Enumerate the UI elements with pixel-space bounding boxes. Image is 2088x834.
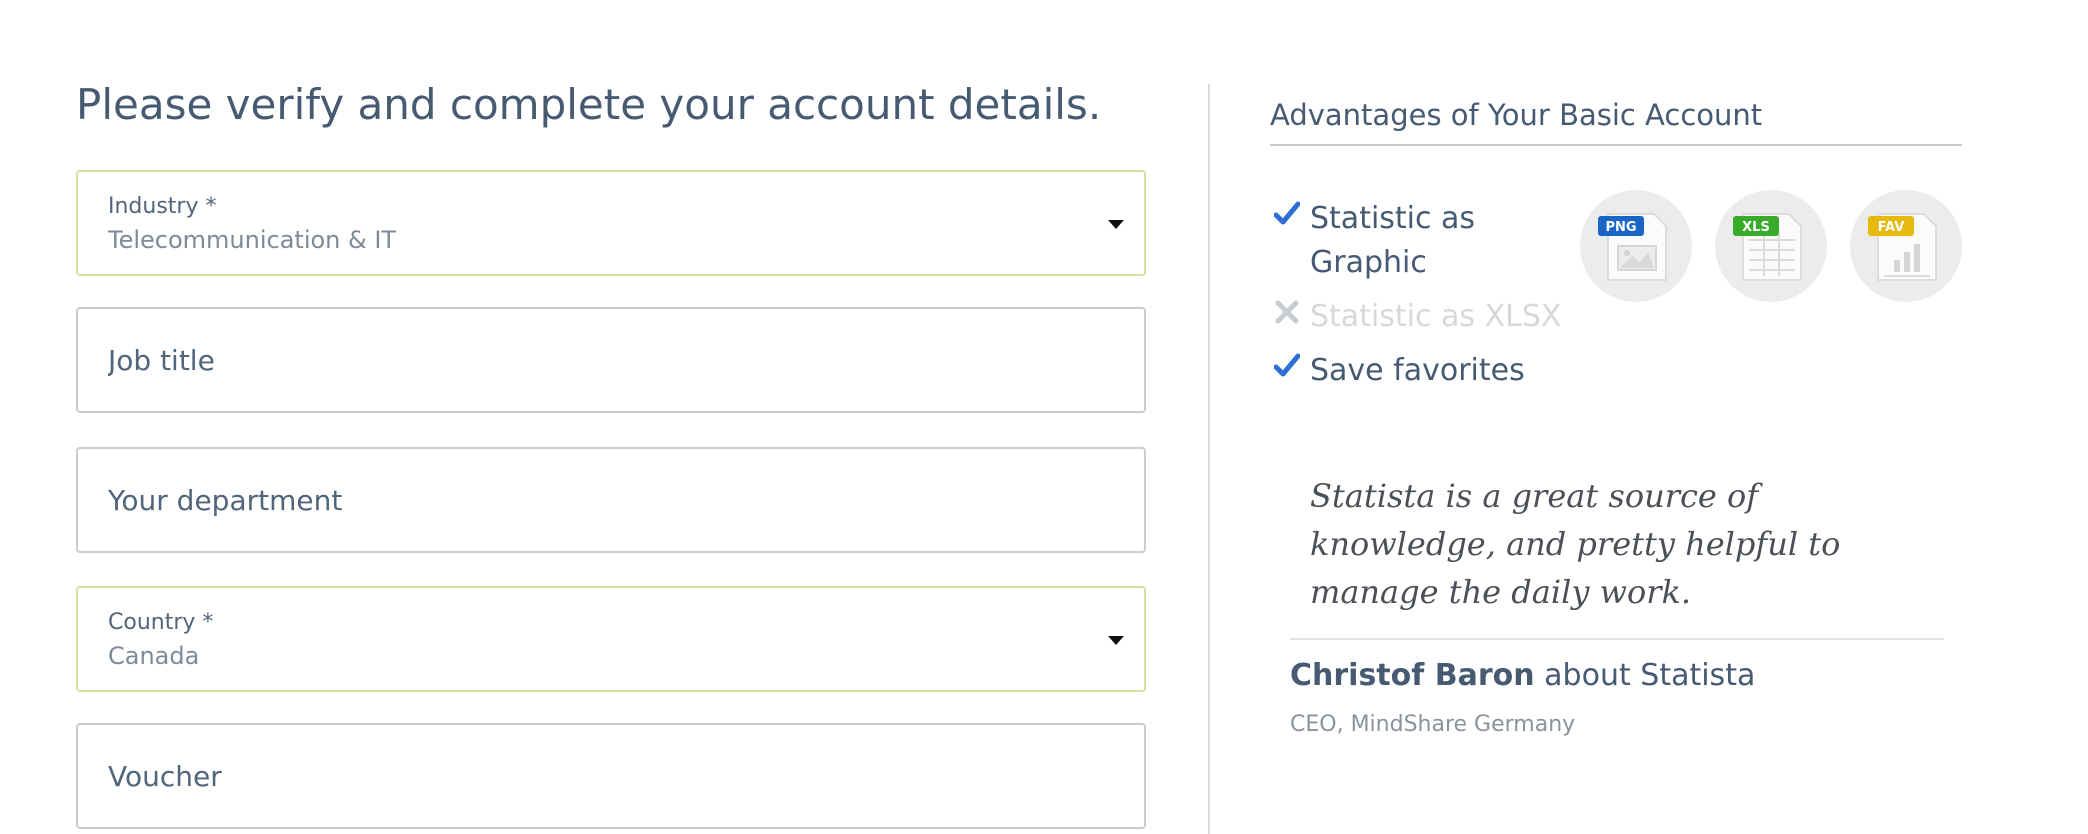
- country-label: Country *: [108, 610, 214, 635]
- xls-file-icon: XLS: [1715, 190, 1827, 302]
- author-role: CEO, MindShare Germany: [1290, 712, 1576, 737]
- cross-icon: [1275, 300, 1299, 324]
- department-input[interactable]: [108, 449, 1108, 551]
- testimonial-quote: Statista is a great source of knowledge, …: [1310, 477, 1841, 611]
- voucher-input[interactable]: [108, 725, 1108, 827]
- svg-text:XLS: XLS: [1742, 220, 1770, 235]
- checkmark-icon: [1274, 201, 1300, 225]
- feature-label: Save favorites: [1310, 353, 1525, 388]
- advantages-heading: Advantages of Your Basic Account: [1270, 98, 1962, 146]
- author-suffix: about Statista: [1534, 658, 1756, 693]
- industry-value: Telecommunication & IT: [108, 226, 397, 254]
- svg-text:PNG: PNG: [1605, 220, 1636, 235]
- author-name: Christof Baron: [1290, 658, 1535, 693]
- dropdown-arrow-icon[interactable]: [1108, 636, 1124, 645]
- svg-text:FAV: FAV: [1878, 220, 1905, 235]
- country-value: Canada: [108, 642, 200, 670]
- checkmark-icon: [1274, 353, 1300, 377]
- industry-select[interactable]: Industry * Telecommunication & IT: [76, 170, 1146, 276]
- dropdown-arrow-icon[interactable]: [1108, 220, 1124, 229]
- job-title-field[interactable]: [76, 307, 1146, 413]
- feature-label: Statistic as XLSX: [1310, 299, 1562, 334]
- country-select[interactable]: Country * Canada: [76, 586, 1146, 692]
- page-title: Please verify and complete your account …: [76, 80, 1102, 129]
- department-field[interactable]: [76, 447, 1146, 553]
- feature-label: Statistic as Graphic: [1310, 201, 1476, 280]
- testimonial-author: Christof Baron about Statista: [1290, 658, 1755, 693]
- job-title-input[interactable]: [108, 309, 1108, 411]
- fav-file-icon: FAV: [1850, 190, 1962, 302]
- png-file-icon: PNG: [1580, 190, 1692, 302]
- voucher-field[interactable]: [76, 723, 1146, 829]
- column-divider: [1208, 84, 1210, 834]
- industry-label: Industry *: [108, 194, 217, 219]
- quote-divider: [1290, 638, 1944, 640]
